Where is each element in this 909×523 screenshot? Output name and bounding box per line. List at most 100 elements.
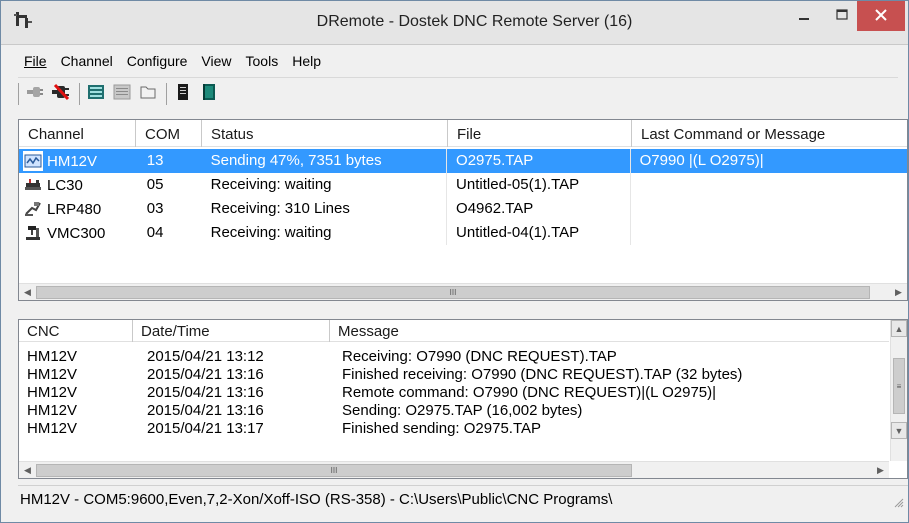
arrow-left-icon: ◀ [24,287,31,297]
last-command-cell [629,221,907,245]
arrow-right-icon: ▶ [877,465,884,475]
channel-name: LC30 [47,176,83,194]
log-datetime: 2015/04/21 13:16 [147,401,264,419]
column-header-cnc[interactable]: CNC [19,320,133,342]
scroll-grip: III [449,288,457,297]
minimize-button[interactable] [785,1,823,31]
help-book-button[interactable] [197,82,221,106]
channel-row[interactable]: LRP480 03 Receiving: 310 Lines O4962.TAP [19,197,907,221]
arrow-right-icon: ▶ [895,287,902,297]
column-header-last-command[interactable]: Last Command or Message [632,120,907,147]
menu-help[interactable]: Help [286,49,327,73]
arrow-up-icon: ▲ [894,323,904,334]
maximize-button[interactable] [823,1,861,31]
scroll-down-button[interactable]: ▼ [891,422,907,439]
sending-icon [23,151,43,171]
menu-configure[interactable]: Configure [121,49,194,73]
menu-tools[interactable]: Tools [240,49,285,73]
log-row[interactable]: HM12V 2015/04/21 13:16 Remote command: O… [19,383,889,401]
scroll-grip: III [330,466,338,475]
scroll-thumb[interactable]: III [36,286,870,299]
channel-name: VMC300 [47,224,106,242]
connect-button[interactable] [23,82,47,106]
channel-hscrollbar[interactable]: ◀ III ▶ [19,283,907,300]
resize-grip-icon[interactable] [892,495,904,508]
scroll-left-button[interactable]: ◀ [19,284,36,301]
menu-view[interactable]: View [195,49,237,73]
menu-channel[interactable]: Channel [55,49,119,73]
log-datetime: 2015/04/21 13:12 [147,347,264,365]
list-view-button[interactable] [84,82,108,106]
scroll-right-button[interactable]: ▶ [872,462,889,479]
scroll-up-button[interactable]: ▲ [891,320,907,337]
document-button[interactable] [171,82,195,106]
log-hscrollbar[interactable]: ◀ III ▶ [19,461,889,478]
file-cell: Untitled-04(1).TAP [446,221,630,245]
arrow-left-icon: ◀ [24,465,31,475]
column-header-datetime[interactable]: Date/Time [133,320,330,342]
log-message: Receiving: O7990 (DNC REQUEST).TAP [342,347,617,365]
details-view-button[interactable] [110,82,134,106]
minimize-icon [798,8,810,24]
toolbar-separator [79,82,80,105]
scroll-grip: ≡ [896,381,902,391]
toolbar-separator [18,82,19,105]
scroll-left-button[interactable]: ◀ [19,462,36,479]
log-vscrollbar[interactable]: ▲ ≡ ▼ [890,320,907,461]
close-button[interactable] [857,1,905,31]
list-view-icon [86,82,106,105]
menu-bar: File Channel Configure View Tools Help [18,49,327,73]
scroll-right-button[interactable]: ▶ [890,284,907,301]
router-icon [23,199,43,219]
column-header-channel[interactable]: Channel [19,120,136,147]
column-header-message[interactable]: Message [330,320,889,342]
close-icon [874,8,888,25]
column-header-com[interactable]: COM [136,120,202,147]
log-row[interactable]: HM12V 2015/04/21 13:16 Finished receivin… [19,365,889,383]
log-cnc: HM12V [27,365,78,383]
file-cell: O4962.TAP [446,197,630,221]
log-cnc: HM12V [27,419,78,437]
log-datetime: 2015/04/21 13:17 [147,419,264,437]
disconnect-button[interactable] [49,82,73,106]
menu-tools-label: Tools [245,53,279,69]
document-icon [173,82,193,105]
window-title: DRemote - Dostek DNC Remote Server (16) [316,13,633,30]
log-row[interactable]: HM12V 2015/04/21 13:12 Receiving: O7990 … [19,347,889,365]
menu-file-label: File [24,53,47,69]
channel-cell: LC30 [19,173,136,197]
log-message: Sending: O2975.TAP (16,002 bytes) [342,401,583,419]
last-command-cell [629,173,907,197]
log-list[interactable]: CNC Date/Time Message HM12V 2015/04/21 1… [18,319,908,479]
channel-list-header: Channel COM Status File Last Command or … [19,120,907,147]
log-list-header: CNC Date/Time Message [19,320,889,342]
channel-row[interactable]: VMC300 04 Receiving: waiting Untitled-04… [19,221,907,245]
menu-file[interactable]: File [18,49,53,73]
app-window: DRemote - Dostek DNC Remote Server (16) … [0,0,909,523]
channel-row[interactable]: LC30 05 Receiving: waiting Untitled-05(1… [19,173,907,197]
scroll-thumb[interactable]: III [36,464,632,477]
column-header-file[interactable]: File [448,120,632,147]
status-text: HM12V - COM5:9600,Even,7,2-Xon/Xoff-ISO … [20,491,613,508]
status-cell: Receiving: waiting [210,224,332,241]
channel-name: LRP480 [47,200,102,218]
log-row[interactable]: HM12V 2015/04/21 13:17 Finished sending:… [19,419,889,437]
toolbar-separator [166,82,167,105]
title-bar[interactable]: DRemote - Dostek DNC Remote Server (16) [1,1,908,45]
channel-row[interactable]: HM12V 13 Sending 47%, 7351 bytes O2975.T… [19,149,907,173]
log-row[interactable]: HM12V 2015/04/21 13:16 Sending: O2975.TA… [19,401,889,419]
maximize-icon [836,8,848,24]
scroll-thumb[interactable]: ≡ [893,358,905,414]
column-header-status[interactable]: Status [202,120,448,147]
menu-configure-label: Configure [126,53,188,69]
disconnect-icon [50,81,72,106]
arrow-down-icon: ▼ [894,425,904,436]
log-cnc: HM12V [27,347,78,365]
open-folder-button[interactable] [136,82,160,106]
log-cnc: HM12V [27,401,78,419]
last-command-cell: O7990 |(L O2975)| [629,149,907,173]
status-cell: Receiving: 310 Lines [210,200,350,217]
channel-cell: HM12V [19,149,136,173]
log-cnc: HM12V [27,383,78,401]
channel-list[interactable]: Channel COM Status File Last Command or … [18,119,908,301]
